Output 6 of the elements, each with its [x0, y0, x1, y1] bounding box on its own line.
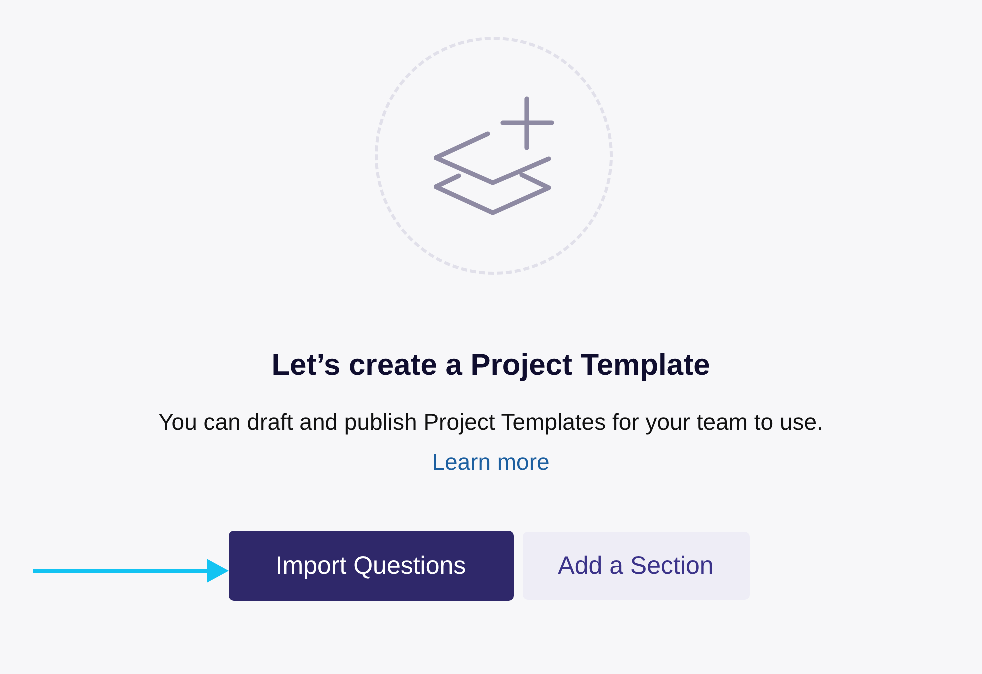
add-section-button[interactable]: Add a Section — [522, 532, 750, 600]
heading: Let’s create a Project Template — [272, 348, 710, 384]
import-button[interactable]: Import Questions — [228, 531, 514, 601]
description: You can draft and publish Project Templates for your team to use. — [158, 408, 824, 436]
layers-plus-icon — [434, 96, 554, 216]
learn-more-link[interactable]: Learn more — [432, 448, 550, 476]
